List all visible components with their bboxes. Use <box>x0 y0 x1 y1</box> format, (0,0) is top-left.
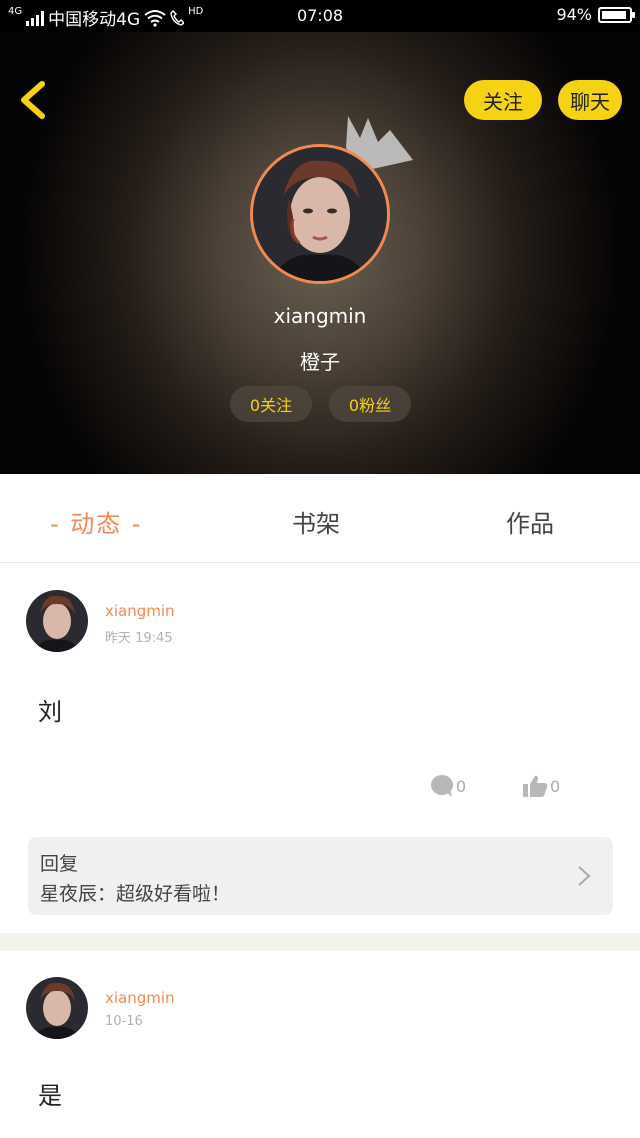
section-divider <box>0 933 640 951</box>
avatar-image <box>26 590 88 652</box>
fans-count-button[interactable]: 0粉丝 <box>329 386 411 422</box>
profile-avatar[interactable] <box>250 144 390 284</box>
post-time: 昨天 19:45 <box>105 631 173 646</box>
post-time: 10-16 <box>105 1014 143 1029</box>
thumbs-up-icon <box>523 775 548 797</box>
reply-content: 星夜辰：超级好看啦！ <box>40 883 231 905</box>
chevron-right-icon <box>578 866 591 886</box>
like-button[interactable]: 0 <box>522 774 560 798</box>
post-content: 刘 <box>38 698 62 726</box>
reply-title: 回复 <box>40 853 79 875</box>
profile-header: 关注 聊天 xiangmin 橙子 0关注 0粉丝 <box>0 32 640 474</box>
chat-button[interactable]: 聊天 <box>558 80 622 120</box>
back-arrow-icon[interactable] <box>14 78 58 122</box>
post-avatar[interactable] <box>26 590 88 652</box>
post-avatar[interactable] <box>26 977 88 1039</box>
post-username[interactable]: xiangmin <box>105 989 175 1007</box>
avatar-image <box>253 147 387 281</box>
tab-bookshelf[interactable]: 书架 <box>292 504 340 539</box>
follow-button[interactable]: 关注 <box>464 80 542 120</box>
tab-works[interactable]: 作品 <box>506 504 554 539</box>
reply-box[interactable]: 回复 星夜辰：超级好看啦！ <box>28 837 613 915</box>
tab-activity[interactable]: - 动态 - <box>50 504 143 539</box>
profile-tabs: - 动态 - 书架 作品 <box>0 474 640 563</box>
comment-button[interactable]: 0 <box>430 774 466 798</box>
post-username[interactable]: xiangmin <box>105 602 175 620</box>
comment-icon <box>431 775 453 797</box>
status-right: 94% <box>556 5 635 24</box>
like-count: 0 <box>550 776 561 796</box>
battery-icon <box>598 6 635 23</box>
status-time: 07:08 <box>296 6 344 25</box>
status-bar: 4G 中国移动4G HD 07:08 94% <box>0 0 640 32</box>
follows-count-button[interactable]: 0关注 <box>230 386 312 422</box>
battery-percent: 94% <box>556 5 592 24</box>
avatar-image <box>26 977 88 1039</box>
profile-username: xiangmin <box>273 304 367 328</box>
post-content: 是 <box>38 1082 62 1110</box>
profile-nickname: 橙子 <box>300 350 340 374</box>
comment-count: 0 <box>456 776 467 796</box>
